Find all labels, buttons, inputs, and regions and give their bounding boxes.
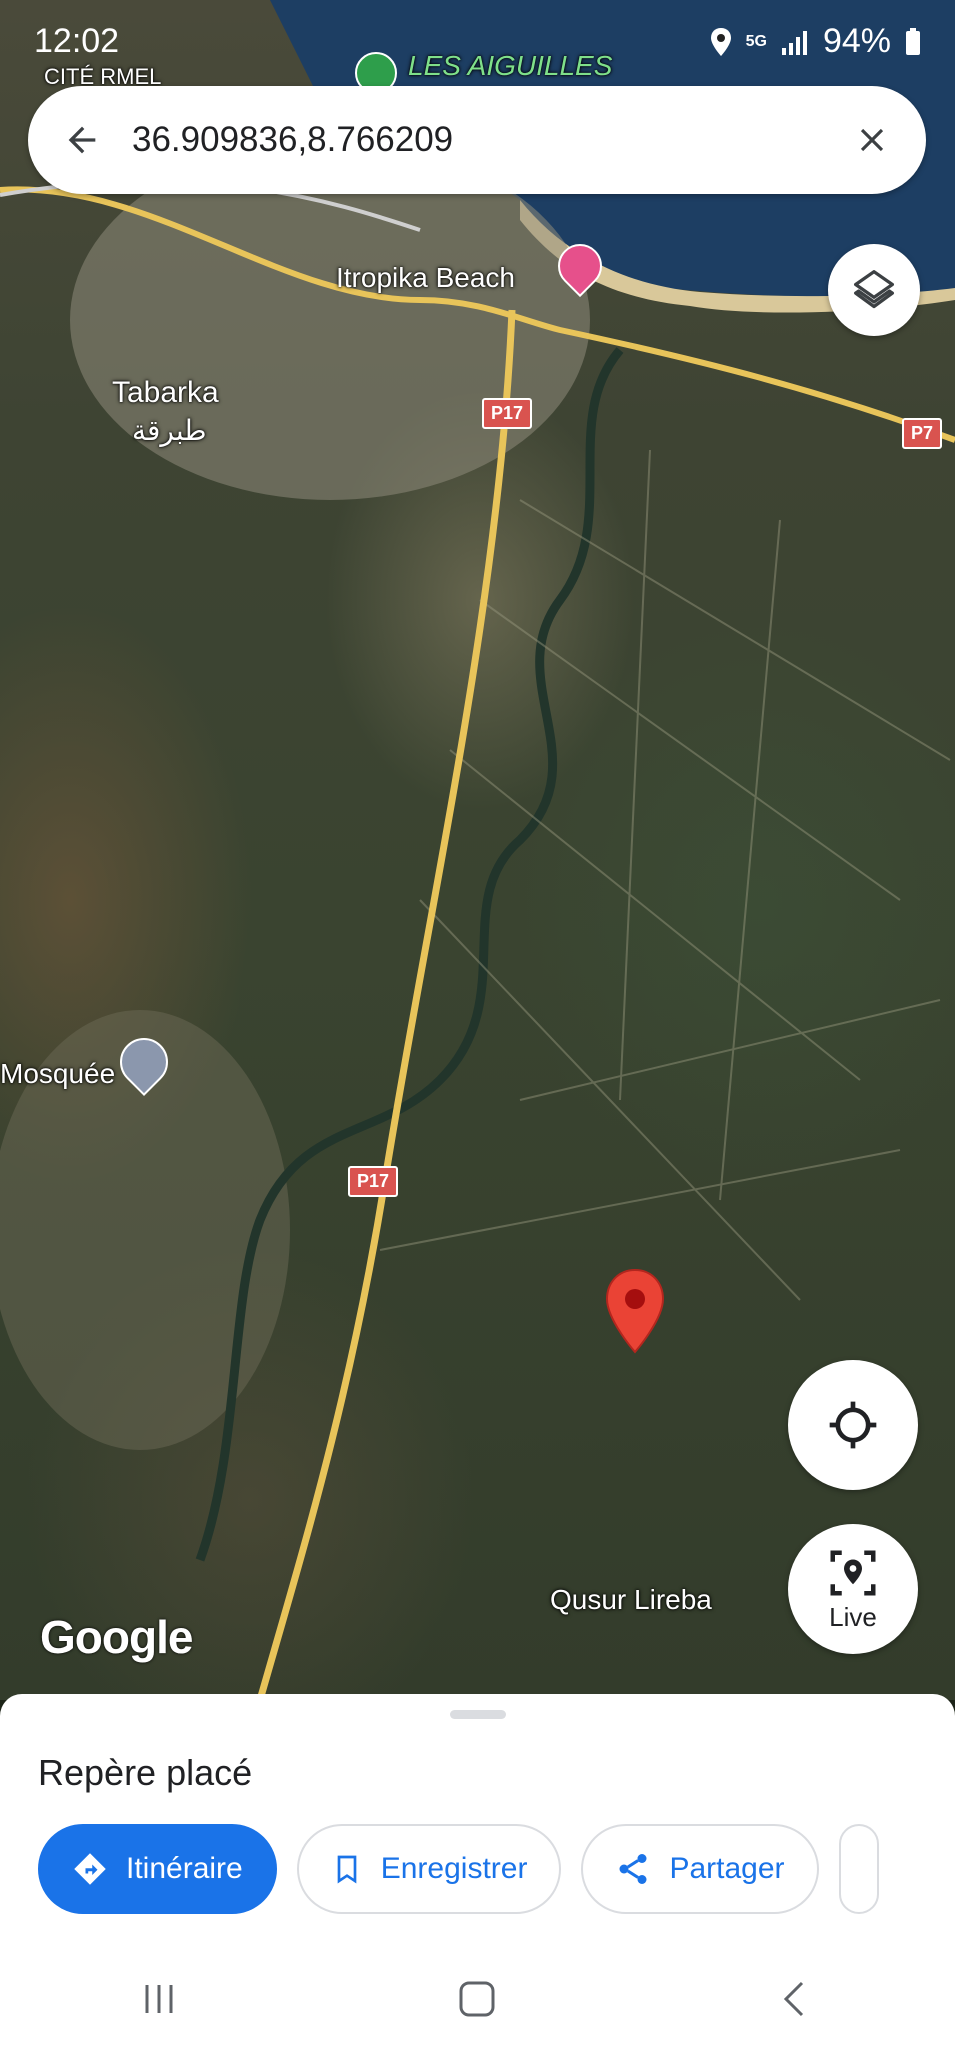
road-shield-p17-top: P17 xyxy=(482,398,533,429)
home-icon[interactable] xyxy=(457,1979,497,2019)
recents-icon[interactable] xyxy=(139,1979,179,2019)
save-label: Enregistrer xyxy=(380,1852,528,1885)
action-chips: Itinéraire Enregistrer Partager xyxy=(38,1824,879,1914)
live-view-button[interactable]: Live xyxy=(788,1524,918,1654)
share-button[interactable]: Partager xyxy=(581,1824,819,1914)
map-label-tabarka-arabic: طبرقة xyxy=(132,415,207,446)
more-actions-chip[interactable] xyxy=(838,1824,879,1914)
battery-level: 94% xyxy=(822,22,891,60)
back-nav-icon[interactable] xyxy=(776,1979,816,2019)
status-bar: 12:02 5G 94% xyxy=(0,0,955,80)
status-icons: 5G 94% xyxy=(710,22,921,61)
dropped-pin-icon[interactable] xyxy=(604,1268,666,1354)
crosshair-icon xyxy=(829,1401,877,1449)
directions-button[interactable]: Itinéraire xyxy=(38,1824,277,1914)
signal-icon xyxy=(781,30,807,55)
field-lines xyxy=(379,449,951,1301)
directions-icon xyxy=(74,1853,106,1885)
map-label-itropika-beach[interactable]: Itropika Beach xyxy=(336,262,515,294)
road-shield-p7: P7 xyxy=(902,418,943,449)
map-label-qusur-lireba[interactable]: Qusur Lireba xyxy=(550,1584,712,1616)
share-label: Partager xyxy=(669,1852,785,1885)
sheet-handle[interactable] xyxy=(450,1710,506,1719)
map-label-tabarka[interactable]: Tabarka xyxy=(112,376,219,410)
google-logo: Google xyxy=(40,1611,193,1663)
layers-icon xyxy=(854,270,894,309)
close-icon xyxy=(860,128,884,152)
road-shield-p17-bottom: P17 xyxy=(348,1166,399,1197)
arrow-back-icon xyxy=(68,126,96,154)
status-time: 12:02 xyxy=(34,22,120,60)
directions-label: Itinéraire xyxy=(126,1852,243,1885)
sheet-title: Repère placé xyxy=(38,1752,253,1793)
share-icon xyxy=(619,1854,647,1884)
save-button[interactable]: Enregistrer xyxy=(296,1824,562,1914)
clear-button[interactable] xyxy=(842,110,902,170)
location-icon xyxy=(710,27,731,56)
my-location-button[interactable] xyxy=(788,1360,918,1490)
battery-icon xyxy=(906,27,920,55)
network-type: 5G xyxy=(745,32,767,50)
back-button[interactable] xyxy=(52,110,112,170)
search-bar[interactable]: 36.909836,8.766209 xyxy=(28,86,926,194)
search-query[interactable]: 36.909836,8.766209 xyxy=(132,120,842,160)
system-nav-bar xyxy=(0,1950,955,2048)
map-label-mosquee[interactable]: Mosquée xyxy=(0,1058,115,1090)
road-p17 xyxy=(256,309,516,1700)
live-label: Live xyxy=(829,1601,877,1632)
bookmark-icon xyxy=(337,1855,357,1884)
river xyxy=(195,347,624,1562)
live-view-icon xyxy=(830,1550,876,1595)
layers-button[interactable] xyxy=(828,244,920,336)
